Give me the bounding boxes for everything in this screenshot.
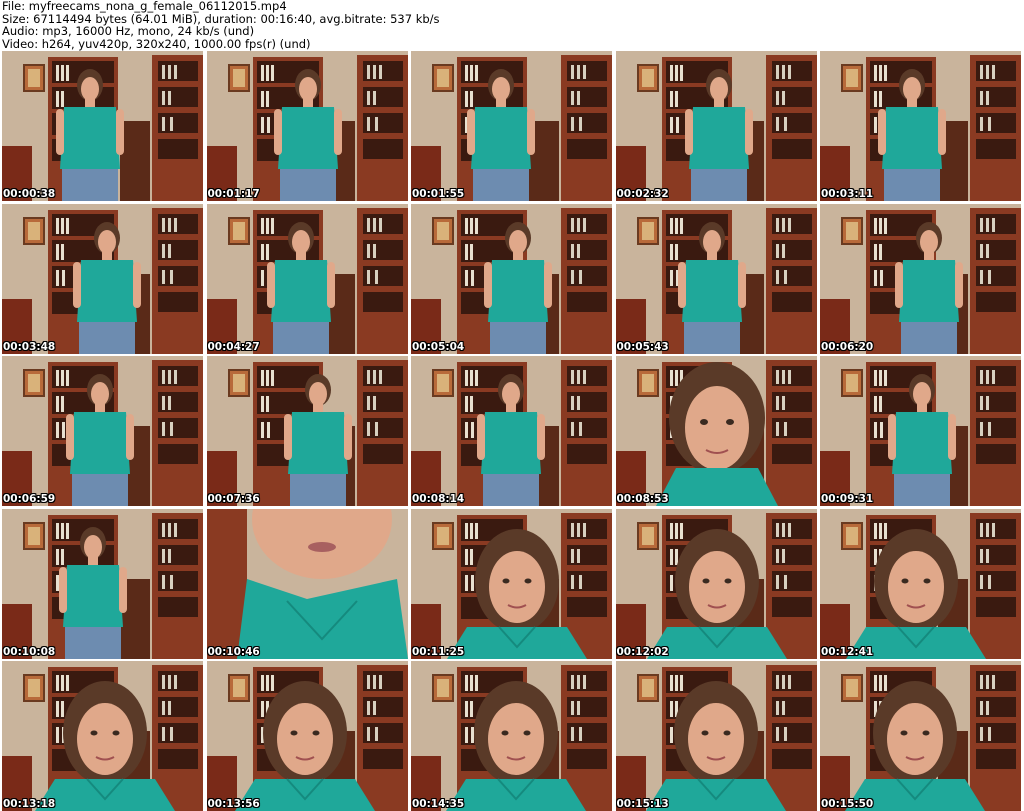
thumbnail-frame: 00:06:59 [2, 356, 203, 506]
timestamp-label: 00:13:56 [207, 798, 260, 810]
timestamp-label: 00:03:48 [3, 340, 56, 353]
timestamp-label: 00:15:50 [821, 798, 874, 810]
frame-image [411, 51, 612, 201]
timestamp-label: 00:10:46 [207, 645, 260, 658]
frame-image [411, 661, 612, 811]
thumbnail-frame: 00:14:35 [411, 661, 612, 811]
timestamp-label: 00:14:35 [412, 798, 465, 810]
timestamp-label: 00:06:59 [3, 493, 56, 505]
timestamp-label: 00:08:53 [616, 493, 669, 505]
frame-image [411, 508, 612, 659]
frame-image [2, 51, 203, 201]
file-name: File: myfreecams_nona_g_female_06112015.… [2, 0, 287, 13]
frame-image [2, 661, 203, 811]
frame-image [615, 203, 817, 354]
frame-image [615, 661, 817, 811]
timestamp-label: 00:08:14 [412, 493, 465, 505]
timestamp-label: 00:06:20 [821, 340, 874, 353]
timestamp-label: 00:05:04 [412, 340, 465, 353]
thumbnail-frame: 00:09:31 [820, 356, 1021, 506]
timestamp-label: 00:13:18 [3, 798, 56, 810]
frame-image [206, 508, 408, 659]
frame-image [2, 203, 203, 354]
thumbnail-frame: 00:12:02 [615, 508, 817, 659]
frame-image [411, 203, 612, 354]
thumbnail-frame: 00:08:53 [615, 356, 817, 506]
thumbnail-frame: 00:04:27 [206, 203, 408, 354]
timestamp-label: 00:12:02 [616, 645, 669, 658]
frame-image [206, 203, 408, 354]
frame-image [206, 51, 408, 201]
file-info: File: myfreecams_nona_g_female_06112015.… [2, 0, 440, 50]
thumbnail-frame: 00:13:56 [206, 661, 408, 811]
thumbnail-frame: 00:03:11 [820, 51, 1021, 201]
timestamp-label: 00:12:41 [821, 645, 874, 658]
timestamp-label: 00:03:11 [821, 188, 874, 200]
thumbnail-frame: 00:00:38 [2, 51, 203, 201]
thumbnail-frame: 00:15:13 [615, 661, 817, 811]
thumbnail-frame: 00:06:20 [820, 203, 1021, 354]
frame-image [615, 508, 817, 659]
thumbnail-frame: 00:02:32 [615, 51, 817, 201]
timestamp-label: 00:02:32 [616, 188, 669, 200]
timestamp-label: 00:15:13 [616, 798, 669, 810]
timestamp-label: 00:10:08 [3, 645, 56, 658]
video-info: Video: h264, yuv420p, 320x240, 1000.00 f… [2, 36, 311, 51]
frame-image [615, 51, 817, 201]
frame-image [615, 356, 817, 506]
frame-image [411, 356, 612, 506]
thumbnail-frame: 00:07:36 [206, 356, 408, 506]
thumbnail-frame: 00:01:17 [206, 51, 408, 201]
frame-image [820, 203, 1021, 354]
frame-image [2, 508, 203, 659]
thumbnail-frame: 00:13:18 [2, 661, 203, 811]
thumbnail-frame: 00:12:41 [820, 508, 1021, 659]
timestamp-label: 00:04:27 [207, 340, 260, 353]
thumbnail-frame: 00:05:04 [411, 203, 612, 354]
timestamp-label: 00:01:55 [412, 188, 465, 200]
timestamp-label: 00:05:43 [616, 340, 669, 353]
frame-image [206, 356, 408, 506]
thumbnail-frame: 00:15:50 [820, 661, 1021, 811]
timestamp-label: 00:11:25 [412, 645, 465, 658]
thumbnail-frame: 00:03:48 [2, 203, 203, 354]
timestamp-label: 00:07:36 [207, 493, 260, 505]
thumbnail-frame: 00:01:55 [411, 51, 612, 201]
thumbnail-frame: 00:10:46 [206, 508, 408, 659]
timestamp-label: 00:09:31 [821, 493, 874, 505]
frame-image [820, 51, 1021, 201]
frame-image [820, 356, 1021, 506]
frame-image [820, 508, 1021, 659]
timestamp-label: 00:00:38 [3, 188, 56, 200]
thumbnail-frame: 00:10:08 [2, 508, 203, 659]
timestamp-label: 00:01:17 [207, 188, 260, 200]
frame-image [206, 661, 408, 811]
thumbnail-frame: 00:08:14 [411, 356, 612, 506]
thumbnail-grid: 00:00:38 00:01:17 00:01:55 00:02:32 00:0… [2, 51, 1022, 811]
audio-info: Audio: mp3, 16000 Hz, mono, 24 kb/s (und… [2, 24, 255, 38]
thumbnail-frame: 00:11:25 [411, 508, 612, 659]
thumbnail-frame: 00:05:43 [615, 203, 817, 354]
frame-image [820, 661, 1021, 811]
frame-image [2, 356, 203, 506]
